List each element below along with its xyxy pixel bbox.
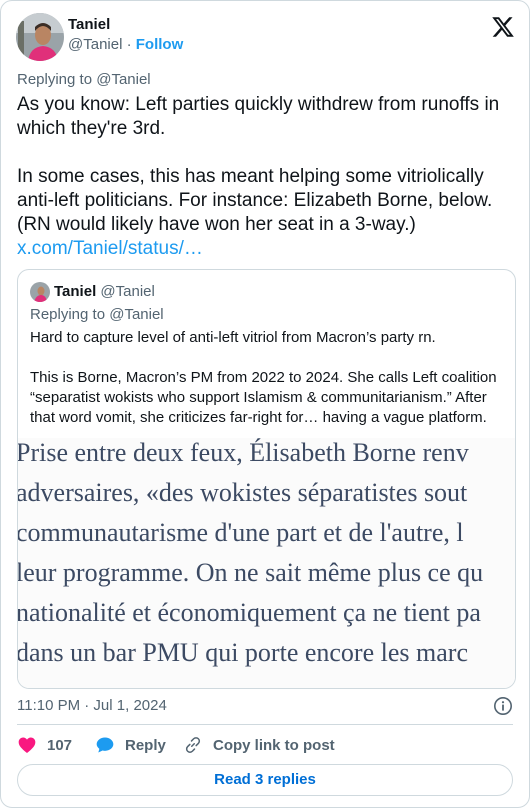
quoted-post[interactable]: Taniel @Taniel Replying to @Taniel Hard …: [17, 269, 516, 689]
post-link[interactable]: x.com/Taniel/status/…: [17, 238, 203, 259]
quoted-post-text: Hard to capture level of anti-left vitri…: [30, 328, 508, 428]
quoted-paragraph-1: Hard to capture level of anti-left vitri…: [30, 329, 436, 346]
like-button[interactable]: 107: [17, 735, 72, 755]
speech-bubble-icon: [96, 737, 114, 753]
heart-icon: [18, 737, 36, 753]
info-icon[interactable]: [493, 696, 513, 716]
x-logo-icon[interactable]: [491, 15, 515, 39]
image-text-line: dans un bar PMU qui porte encore les mar…: [18, 638, 468, 667]
quoted-replying-to: Replying to @Taniel: [30, 306, 164, 323]
meta-separator: ·: [126, 36, 132, 53]
post-paragraph-2: In some cases, this has meant helping so…: [17, 166, 493, 235]
copy-link-label: Copy link to post: [213, 736, 335, 754]
author-meta: @Taniel · Follow: [68, 36, 183, 53]
divider: [17, 724, 513, 725]
quoted-author-handle: @Taniel: [100, 283, 155, 300]
post-paragraph-1: As you know: Left parties quickly withdr…: [17, 94, 500, 139]
image-text-line: nationalité et économiquement ça ne tien…: [18, 598, 481, 627]
quoted-author-name: Taniel: [54, 283, 97, 300]
quoted-post-image[interactable]: Prise entre deux feux, Élisabeth Borne r…: [18, 438, 515, 688]
image-text-line: leur programme. On ne sait même plus ce …: [18, 558, 484, 587]
copy-link-button[interactable]: Copy link to post: [183, 735, 335, 755]
post-text: As you know: Left parties quickly withdr…: [17, 93, 522, 261]
author-avatar[interactable]: [16, 13, 64, 61]
replying-to: Replying to @Taniel: [17, 71, 151, 88]
embedded-post-card: Taniel @Taniel · Follow Replying to @Tan…: [0, 0, 530, 808]
post-header: Taniel @Taniel · Follow: [16, 13, 515, 61]
follow-button[interactable]: Follow: [136, 36, 184, 53]
read-replies-button[interactable]: Read 3 replies: [17, 764, 513, 796]
author-name[interactable]: Taniel: [68, 16, 110, 33]
quoted-author-avatar: [30, 282, 50, 302]
quoted-paragraph-2: This is Borne, Macron’s PM from 2022 to …: [30, 369, 497, 426]
post-timestamp[interactable]: 11:10 PM · Jul 1, 2024: [17, 697, 167, 714]
reply-button[interactable]: Reply: [95, 735, 166, 755]
link-icon: [185, 737, 201, 753]
image-text-line: adversaires, «des wokistes séparatistes …: [18, 478, 468, 507]
image-text-line: communautarisme d'une part et de l'autre…: [18, 518, 464, 547]
image-text-line: Prise entre deux feux, Élisabeth Borne r…: [18, 438, 469, 467]
author-handle[interactable]: @Taniel: [68, 36, 122, 53]
reply-label: Reply: [125, 736, 166, 754]
like-count: 107: [47, 736, 73, 754]
